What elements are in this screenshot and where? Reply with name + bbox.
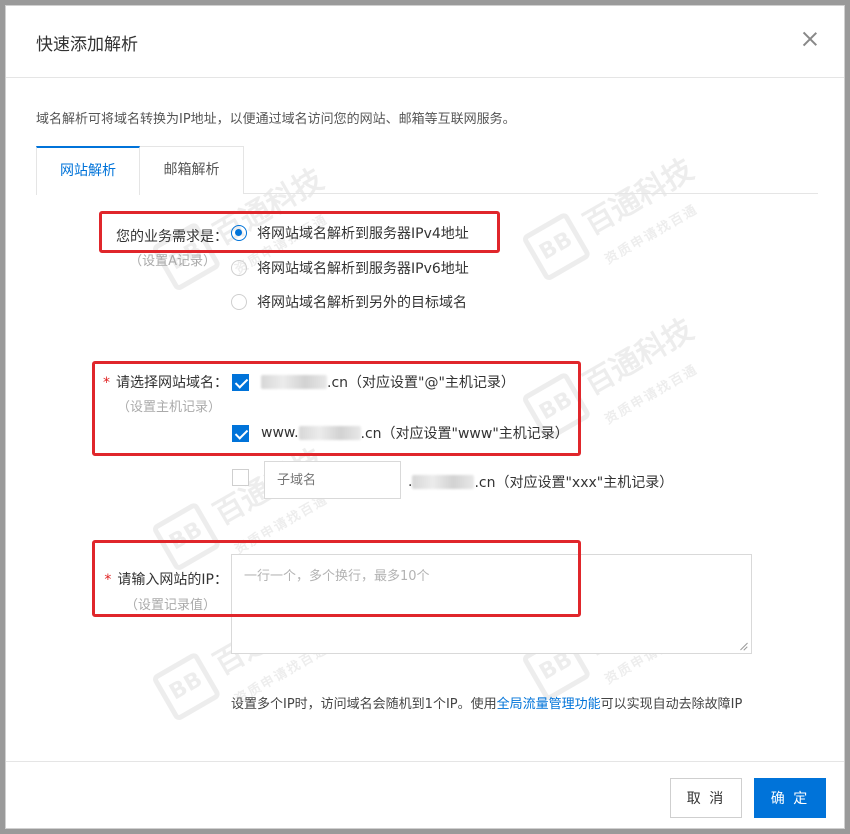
hint-text: 设置多个IP时，访问域名会随机到1个IP。使用全局流量管理功能可以实现自动去除故… [231,694,751,716]
subdomain-suffix-text: .cn（对应设置"xxx"主机记录） [474,475,674,491]
radio-label: 将网站域名解析到服务器IPv6地址 [257,261,469,277]
radio-option-target-domain[interactable]: 将网站域名解析到另外的目标域名 [231,291,467,313]
intro-text: 域名解析可将域名转换为IP地址，以便通过域名访问您的网站、邮箱等互联网服务。 [36,112,516,127]
cancel-button[interactable]: 取 消 [670,778,742,818]
domain-option-root[interactable]: .cn（对应设置"@"主机记录） [232,372,515,392]
tab-website-dns[interactable]: 网站解析 [36,146,140,195]
required-mark: * [103,375,110,391]
checkbox[interactable] [232,373,249,391]
watermark-logo: BB [150,650,222,722]
watermark-tagline: 资质申请找百通 [602,201,701,268]
domain-suffix: .cn（对应设置"@"主机记录） [327,375,515,391]
quick-add-dns-dialog: BB百通科技资质申请找百通 BB百通科技资质申请找百通 BB百通科技资质申请找百… [5,5,845,829]
domain-option-subdomain[interactable] [232,469,261,486]
domain-option-www[interactable]: www. .cn（对应设置"www"主机记录） [232,423,569,443]
radio-label: 将网站域名解析到服务器IPv4地址 [257,226,469,242]
watermark-logo: BB [150,500,222,572]
hint-text-after: 可以实现自动去除故障IP [600,697,743,712]
radio-button[interactable] [231,294,247,310]
domain-label-text: 请选择网站域名： [116,375,228,391]
domain-suffix: .cn（对应设置"www"主机记录） [360,426,569,442]
redacted-domain [261,375,327,389]
ip-sublabel: （设置记录值） [124,598,216,613]
domain-label: * 请选择网站域名： [76,372,228,392]
redacted-domain [298,426,361,440]
watermark-name: 百通科技 [578,312,700,403]
radio-option-ipv4[interactable]: 将网站域名解析到服务器IPv4地址 [231,222,469,244]
ip-label-text: 请输入网站的IP： [117,572,228,588]
subdomain-input[interactable] [264,461,401,499]
resize-grip-icon[interactable] [739,641,749,651]
need-sublabel: （设置A记录） [129,254,216,269]
watermark-tagline: 资质申请找百通 [602,361,701,428]
radio-button[interactable] [231,225,247,241]
redacted-domain [412,475,475,489]
close-icon[interactable] [798,28,822,52]
ip-textarea[interactable] [231,554,752,654]
ip-label: * 请输入网站的IP： [76,569,228,589]
checkbox[interactable] [232,424,249,442]
watermark-logo: BB [520,210,592,282]
tab-email-dns[interactable]: 邮箱解析 [140,146,244,194]
required-mark: * [104,572,112,588]
global-traffic-link[interactable]: 全局流量管理功能 [497,697,601,712]
domain-sublabel: （设置主机记录） [116,400,221,415]
checkbox[interactable] [232,469,249,486]
dialog-title: 快速添加解析 [36,35,138,55]
dialog-footer: 取 消 确 定 [6,761,844,830]
dialog-header: 快速添加解析 [6,6,844,78]
radio-label: 将网站域名解析到另外的目标域名 [257,295,467,311]
tab-bar: 网站解析 邮箱解析 [36,146,818,195]
need-label: 您的业务需求是： [116,229,228,245]
radio-button[interactable] [231,260,247,276]
hint-text-before: 设置多个IP时，访问域名会随机到1个IP。使用 [231,697,497,712]
subdomain-suffix: . .cn（对应设置"xxx"主机记录） [408,472,673,492]
confirm-button[interactable]: 确 定 [754,778,826,818]
radio-option-ipv6[interactable]: 将网站域名解析到服务器IPv6地址 [231,257,469,279]
domain-prefix: www. [261,425,299,441]
